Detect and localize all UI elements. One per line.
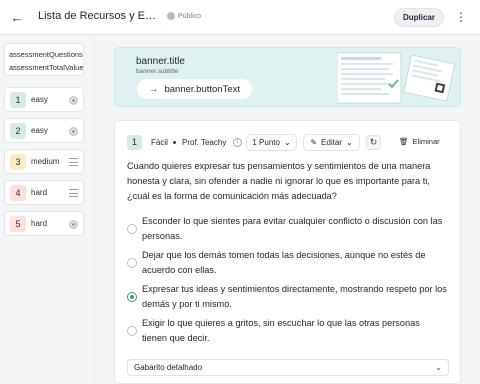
meta-key: assessmentTotalValue (9, 63, 84, 72)
trash-icon: 🗑 (399, 137, 409, 146)
duplicate-button[interactable]: Duplicar (394, 8, 444, 27)
banner-button-label: banner.buttonText (164, 83, 241, 95)
refresh-icon[interactable]: ↻ (366, 135, 381, 150)
visibility-label: Público (178, 12, 201, 20)
author-name: Prof. Teachy (182, 138, 227, 147)
option-radio[interactable] (127, 258, 137, 268)
meta-row: assessmentQuestions5 (9, 50, 83, 59)
banner-button[interactable]: → banner.buttonText (137, 79, 252, 99)
question-number-badge: 1 (127, 135, 142, 150)
chevron-down-icon: ⌄ (283, 138, 291, 147)
top-bar: ← Lista de Recursos y Estrategias para C… (0, 0, 480, 35)
question-text: Cuando quieres expresar tus pensamientos… (127, 161, 431, 201)
option-radio[interactable] (127, 326, 137, 336)
worksheet-illustration-icon (337, 52, 456, 104)
question-number: 4 (10, 185, 26, 201)
question-list-panel: assessmentQuestions5 assessmentTotalValu… (0, 35, 95, 384)
option-text: Esconder lo que sientes para evitar cual… (142, 216, 443, 241)
pencil-icon: ✎ (310, 138, 318, 147)
difficulty-label: Fácil (151, 138, 168, 147)
question-card: 1 Fácil Prof. Teachy i 1 Punto ⌄ ✎ Edita… (114, 120, 461, 384)
document-title: Lista de Recursos y Estrategias para Com… (38, 10, 160, 22)
points-label: 1 Punto (252, 138, 280, 147)
detailed-answer-dropdown[interactable]: Gabarito detalhado ⌄ (127, 359, 449, 376)
separator-dot (173, 141, 176, 144)
meta-key: assessmentQuestions (9, 50, 83, 59)
question-list-item[interactable]: 2 easy (4, 118, 84, 143)
option-radio-selected[interactable] (127, 292, 137, 302)
promo-banner: banner.title banner.subtitle → banner.bu… (114, 47, 461, 107)
chevron-down-icon: ⌄ (435, 363, 442, 372)
question-list-item[interactable]: 4 hard (4, 180, 84, 205)
delete-label: Eliminar (412, 137, 440, 146)
visibility-status: Público (167, 12, 201, 20)
question-list-item[interactable]: 5 hard (4, 211, 84, 236)
question-difficulty: easy (31, 126, 48, 135)
back-arrow-icon[interactable]: ← (9, 10, 25, 26)
option-text: Dejar que los demás tomen todas las deci… (142, 250, 426, 275)
arrow-right-icon: → (148, 83, 159, 95)
radio-icon (69, 96, 78, 105)
delete-button[interactable]: 🗑 Eliminar (399, 137, 440, 146)
assessment-meta: assessmentQuestions5 assessmentTotalValu… (4, 43, 84, 76)
question-list-item[interactable]: 1 easy (4, 87, 84, 112)
option-radio[interactable] (127, 224, 137, 234)
edit-label: Editar (321, 138, 342, 147)
question-number: 3 (10, 154, 26, 170)
question-number: 2 (10, 123, 26, 139)
chevron-down-icon: ⌄ (345, 138, 353, 147)
banner-subtitle: banner.subtitle (136, 68, 179, 75)
question-list-item[interactable]: 3 medium (4, 149, 84, 174)
banner-title: banner.title (136, 56, 185, 67)
question-difficulty: medium (31, 157, 60, 166)
meta-row: assessmentTotalValue5 (9, 63, 84, 72)
option-text: Expresar tus ideas y sentimientos direct… (142, 284, 447, 309)
more-options-icon[interactable]: ⋮ (455, 9, 467, 25)
info-icon[interactable]: i (233, 138, 242, 147)
globe-icon (167, 12, 175, 20)
text-lines-icon (69, 189, 78, 198)
question-number: 5 (10, 216, 26, 232)
text-lines-icon (69, 158, 78, 167)
points-dropdown[interactable]: 1 Punto ⌄ (246, 134, 297, 151)
explanation-label: Gabarito detalhado (134, 363, 203, 372)
question-difficulty: hard (31, 188, 48, 197)
question-difficulty: hard (31, 219, 48, 228)
radio-icon (69, 220, 78, 229)
question-number: 1 (10, 92, 26, 108)
question-difficulty: easy (31, 95, 48, 104)
edit-dropdown[interactable]: ✎ Editar ⌄ (303, 134, 360, 151)
radio-icon (69, 127, 78, 136)
option-text: Exigir lo que quieres a gritos, sin escu… (142, 318, 420, 343)
